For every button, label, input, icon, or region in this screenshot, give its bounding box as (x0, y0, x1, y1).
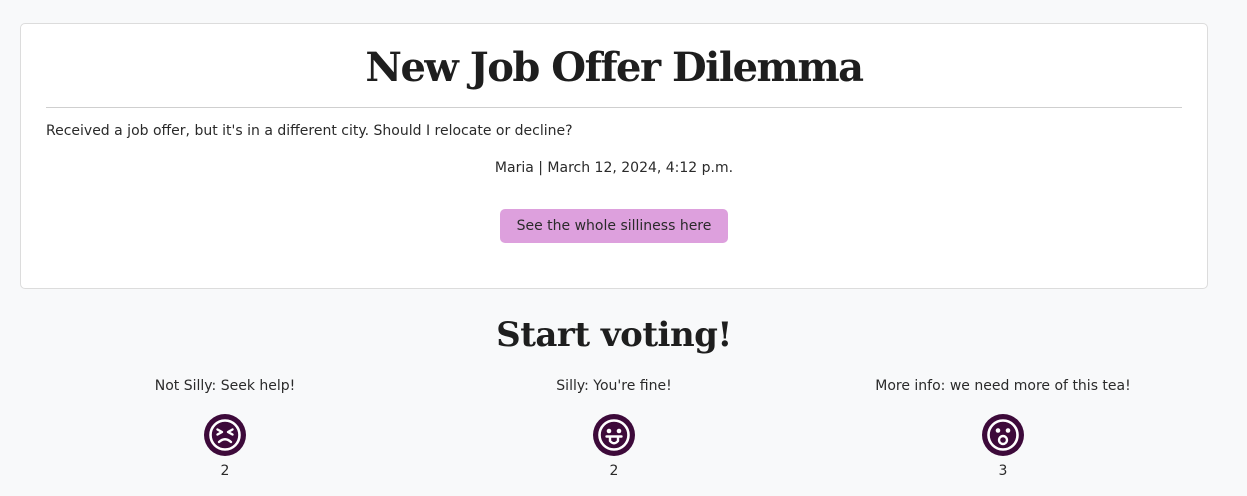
tired-face-icon[interactable] (204, 414, 246, 456)
post-body: Received a job offer, but it's in a diff… (46, 123, 573, 139)
vote-option-more-info: More info: we need more of this tea! 3 (813, 378, 1193, 479)
vote-option-not-silly: Not Silly: Seek help! 2 (35, 378, 415, 479)
divider (46, 107, 1182, 108)
see-silliness-button[interactable]: See the whole silliness here (500, 209, 728, 243)
vote-count: 3 (998, 463, 1008, 479)
tongue-face-icon[interactable] (593, 414, 635, 456)
post-card: New Job Offer Dilemma Received a job off… (20, 23, 1208, 289)
vote-option-silly: Silly: You're fine! 2 (424, 378, 804, 479)
vote-option-label: Silly: You're fine! (556, 378, 672, 394)
voting-heading: Start voting! (496, 315, 732, 355)
vote-option-label: More info: we need more of this tea! (875, 378, 1131, 394)
vote-count: 2 (609, 463, 619, 479)
vote-count: 2 (220, 463, 230, 479)
post-meta: Maria | March 12, 2024, 4:12 p.m. (494, 160, 734, 176)
post-title: New Job Offer Dilemma (365, 44, 864, 91)
surprised-face-icon[interactable] (982, 414, 1024, 456)
vote-option-label: Not Silly: Seek help! (154, 378, 296, 394)
